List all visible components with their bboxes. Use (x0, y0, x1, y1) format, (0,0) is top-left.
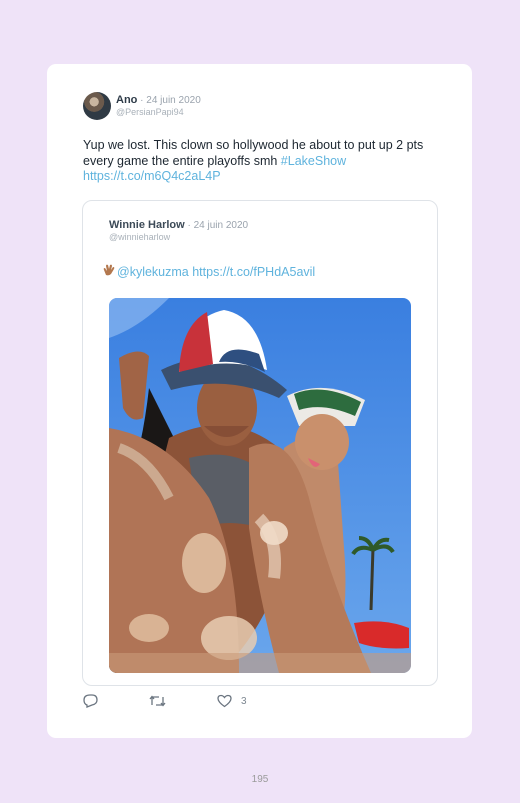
tweet-link[interactable]: https://t.co/m6Q4c2aL4P (83, 169, 221, 183)
reply-icon (83, 694, 98, 708)
quoted-text: @kylekuzma https://t.co/fPHdA5avil (103, 264, 315, 279)
hashtag-link[interactable]: #LakeShow (281, 154, 346, 168)
reply-button[interactable] (83, 694, 98, 708)
tweet-body: Yup we lost. This clown so hollywood he … (83, 138, 424, 168)
tweet-date: · 24 juin 2020 (140, 95, 201, 106)
like-button[interactable]: 3 (217, 694, 247, 708)
quoted-handle[interactable]: @winnieharlow (109, 232, 170, 242)
retweet-icon (149, 695, 166, 707)
quoted-date: · 24 juin 2020 (187, 220, 249, 231)
quoted-link[interactable]: https://t.co/fPHdA5avil (192, 265, 315, 279)
mention-link[interactable]: @kylekuzma (117, 265, 189, 279)
page-number: 195 (251, 774, 269, 785)
quoted-author-name[interactable]: Winnie Harlow (109, 219, 185, 231)
like-icon (217, 694, 232, 708)
quoted-tweet[interactable]: Winnie Harlow · 24 juin 2020 @winnieharl… (82, 200, 438, 686)
tweet-photo[interactable] (109, 298, 411, 673)
author-name[interactable]: Ano (116, 94, 137, 106)
clap-emoji-icon (103, 264, 117, 279)
tweet-card: Ano · 24 juin 2020 @PersianPapi94 Yup we… (47, 64, 472, 738)
author-line: Ano · 24 juin 2020 (116, 94, 201, 106)
tweet-text: Yup we lost. This clown so hollywood he … (83, 138, 433, 185)
quoted-author-line: Winnie Harlow · 24 juin 2020 (109, 219, 248, 231)
tweet-actions: 3 (83, 694, 383, 710)
retweet-button[interactable] (149, 694, 166, 708)
avatar[interactable] (83, 92, 111, 120)
like-count: 3 (241, 695, 247, 707)
author-handle[interactable]: @PersianPapi94 (116, 107, 184, 117)
